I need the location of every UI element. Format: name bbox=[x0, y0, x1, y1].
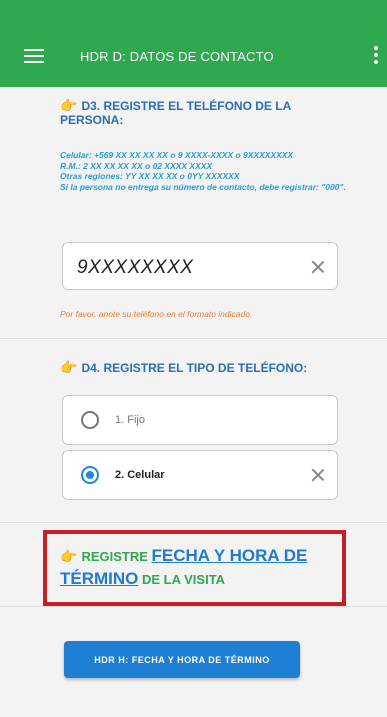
hamburger-menu-icon[interactable] bbox=[24, 49, 44, 63]
end-datetime-link[interactable]: FECHA Y HORA DE bbox=[152, 546, 308, 565]
clear-icon[interactable] bbox=[311, 468, 325, 482]
phone-input-value[interactable]: 9XXXXXXXX bbox=[77, 257, 193, 279]
go-to-hdr-h-button[interactable]: HDR H: FECHA Y HORA DE TÉRMINO bbox=[64, 641, 300, 678]
divider bbox=[0, 606, 387, 607]
d3-question-title: 👉 D3. REGISTRE EL TELÉFONO DE LA PERSONA: bbox=[60, 97, 291, 127]
end-term-link[interactable]: TÉRMINO bbox=[60, 569, 138, 588]
clear-icon[interactable] bbox=[311, 260, 325, 274]
pointing-hand-icon: 👉 bbox=[60, 548, 78, 564]
divider bbox=[0, 522, 387, 523]
divider bbox=[0, 338, 387, 339]
radio-checked-icon[interactable] bbox=[81, 466, 99, 484]
app-bar-title: HDR D: DATOS DE CONTACTO bbox=[80, 49, 274, 64]
option-fijo[interactable]: 1. Fijo bbox=[62, 395, 338, 445]
option-label: 2. Celular bbox=[115, 469, 165, 481]
phone-input[interactable]: 9XXXXXXXX bbox=[62, 242, 338, 290]
radio-unchecked-icon[interactable] bbox=[81, 411, 99, 429]
app-bar: HDR D: DATOS DE CONTACTO bbox=[0, 0, 387, 87]
pointing-hand-icon: 👉 bbox=[60, 359, 78, 375]
option-celular[interactable]: 2. Celular bbox=[62, 450, 338, 500]
end-visit-prompt: 👉 REGISTRE FECHA Y HORA DE TÉRMINO DE LA … bbox=[60, 546, 308, 588]
pointing-hand-icon: 👉 bbox=[60, 97, 78, 113]
option-label: 1. Fijo bbox=[115, 414, 145, 426]
phone-error-message: Por favor, anote su teléfono en el forma… bbox=[60, 309, 253, 319]
d4-question-title: 👉 D4. REGISTRE EL TIPO DE TELÉFONO: bbox=[60, 359, 308, 375]
d3-help-text: Celular: +569 XX XX XX XX o 9 XXXX-XXXX … bbox=[60, 150, 346, 192]
more-options-icon[interactable] bbox=[373, 46, 379, 64]
